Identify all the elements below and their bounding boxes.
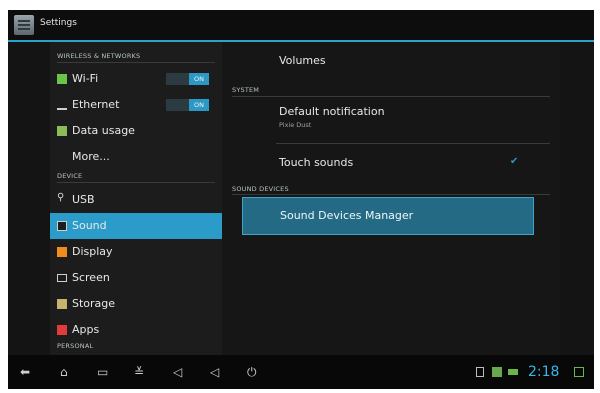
navigation-bar: ⬅ ⌂ ▭ ≚ ◁ ◁ ⏻ 2:18	[8, 355, 594, 389]
tablet-screen: Settings WIRELESS & NETWORKS Wi-Fi ON Et…	[8, 10, 594, 389]
wifi-icon	[57, 74, 67, 84]
default-notification-item[interactable]: Default notification Pixie Dust	[222, 98, 560, 142]
screenshot-frame: Settings WIRELESS & NETWORKS Wi-Fi ON Et…	[0, 0, 600, 393]
sidebar-item-label: Apps	[72, 323, 100, 336]
sidebar-item-usb[interactable]: ⚲ USB	[50, 187, 222, 213]
header-system: SYSTEM	[232, 86, 260, 94]
sidebar-item-label: Sound	[72, 219, 107, 232]
settings-content: WIRELESS & NETWORKS Wi-Fi ON Ethernet ON	[8, 42, 594, 355]
divider	[232, 96, 550, 97]
recent-apps-icon[interactable]: ▭	[97, 365, 108, 379]
notification-icon	[492, 367, 502, 377]
divider	[232, 194, 550, 195]
usb-icon: ⚲	[57, 192, 65, 203]
network-icon	[574, 367, 584, 377]
power-icon[interactable]: ⏻	[247, 365, 257, 379]
sound-settings-pane: Volumes SYSTEM Default notification Pixi…	[222, 42, 560, 355]
wifi-toggle[interactable]: ON	[166, 73, 209, 85]
sidebar-item-apps[interactable]: Apps	[50, 317, 222, 343]
default-notification-title: Default notification	[279, 105, 385, 118]
header-wireless-networks: WIRELESS & NETWORKS	[57, 52, 141, 60]
clock: 2:18	[528, 364, 560, 380]
back-icon[interactable]: ⬅	[20, 365, 30, 379]
apps-icon	[57, 325, 67, 335]
header-personal: PERSONAL	[57, 342, 94, 350]
sound-devices-manager-label: Sound Devices Manager	[280, 209, 414, 222]
touch-sounds-item[interactable]: Touch sounds ✔	[222, 144, 560, 180]
sidebar-item-label: Storage	[72, 297, 116, 310]
settings-app-icon[interactable]	[14, 15, 34, 35]
usb-status-icon	[476, 367, 484, 377]
divider	[57, 62, 215, 63]
sidebar-item-label: Data usage	[72, 124, 135, 137]
default-notification-value: Pixie Dust	[279, 121, 312, 129]
divider	[57, 182, 215, 183]
sidebar-item-label: Screen	[72, 271, 110, 284]
sidebar-item-label: Ethernet	[72, 98, 120, 111]
sidebar-item-screen[interactable]: Screen	[50, 265, 222, 291]
sidebar-item-label: Wi-Fi	[72, 72, 99, 85]
sound-icon	[57, 221, 67, 231]
touch-sounds-label: Touch sounds	[279, 156, 354, 169]
sidebar-item-display[interactable]: Display	[50, 239, 222, 265]
data-usage-icon	[57, 126, 67, 136]
volume-up-icon[interactable]: ◁	[210, 365, 219, 379]
volume-down-icon[interactable]: ◁	[173, 365, 182, 379]
action-bar: Settings	[8, 10, 594, 42]
storage-icon	[57, 299, 67, 309]
screen-icon	[57, 274, 67, 282]
home-icon[interactable]: ⌂	[60, 365, 68, 379]
sidebar-item-label: More...	[72, 150, 110, 163]
ethernet-toggle[interactable]: ON	[166, 99, 209, 111]
settings-sidebar: WIRELESS & NETWORKS Wi-Fi ON Ethernet ON	[50, 42, 222, 355]
sound-devices-manager-item[interactable]: Sound Devices Manager	[242, 197, 534, 235]
sidebar-item-storage[interactable]: Storage	[50, 291, 222, 317]
header-device: DEVICE	[57, 172, 83, 180]
sidebar-item-more[interactable]: More...	[50, 144, 222, 170]
volumes-label: Volumes	[279, 54, 326, 67]
sidebar-item-wifi[interactable]: Wi-Fi ON	[50, 66, 222, 92]
sidebar-item-label: Display	[72, 245, 113, 258]
battery-icon	[508, 369, 518, 375]
sidebar-item-sound[interactable]: Sound	[50, 213, 222, 239]
sidebar-item-label: USB	[72, 193, 95, 206]
sidebar-item-ethernet[interactable]: Ethernet ON	[50, 92, 222, 118]
sidebar-item-data-usage[interactable]: Data usage	[50, 118, 222, 144]
display-icon	[57, 247, 67, 257]
touch-sounds-checkbox[interactable]: ✔	[510, 157, 520, 167]
toggle-on-label: ON	[189, 99, 209, 111]
header-sound-devices: SOUND DEVICES	[232, 185, 289, 193]
app-title: Settings	[40, 18, 77, 28]
volumes-item[interactable]: Volumes	[222, 42, 560, 72]
expand-icon[interactable]: ≚	[134, 365, 144, 379]
ethernet-icon	[57, 102, 67, 110]
toggle-on-label: ON	[189, 73, 209, 85]
